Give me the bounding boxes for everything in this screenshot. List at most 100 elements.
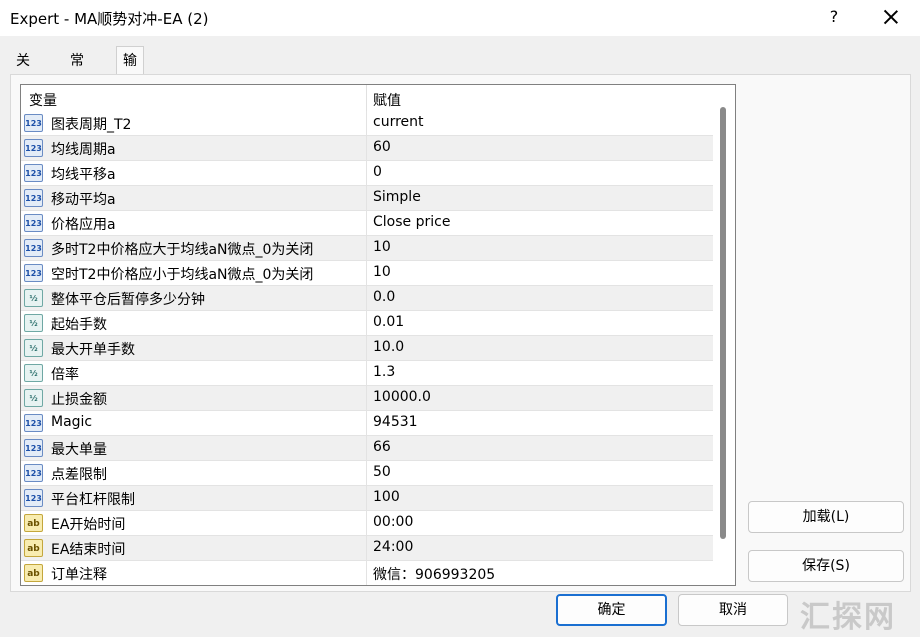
double-type-icon: ½: [24, 389, 43, 407]
parameter-name: 点差限制: [51, 467, 107, 483]
cell-divider: [366, 186, 367, 211]
vertical-scrollbar[interactable]: [714, 85, 735, 585]
table-row[interactable]: 123 移动平均a Simple: [21, 186, 713, 211]
parameter-name: EA开始时间: [51, 517, 126, 533]
column-header-variable[interactable]: 变量: [29, 90, 57, 110]
integer-type-icon: 123: [24, 439, 43, 457]
parameter-name: 倍率: [51, 367, 79, 383]
table-row[interactable]: ½ 止损金额 10000.0: [21, 386, 713, 411]
parameter-name: 止损金额: [51, 392, 107, 408]
string-type-icon: ab: [24, 514, 43, 532]
parameter-value[interactable]: 1.3: [373, 364, 395, 380]
integer-type-icon: 123: [24, 264, 43, 282]
expert-dialog: Expert - MA顺势对冲-EA (2) ? 关于 常用 输入参数 变量 赋…: [0, 0, 920, 637]
table-row[interactable]: 123 多时T2中价格应大于均线aN微点_0为关闭 10: [21, 236, 713, 261]
parameter-value[interactable]: 微信：906993205: [373, 564, 495, 584]
parameter-value[interactable]: 10.0: [373, 339, 404, 355]
cell-divider: [366, 261, 367, 286]
integer-type-icon: 123: [24, 114, 43, 132]
integer-type-icon: 123: [24, 189, 43, 207]
table-row[interactable]: 123 价格应用a Close price: [21, 211, 713, 236]
parameter-value[interactable]: 10: [373, 239, 391, 255]
table-row[interactable]: ½ 起始手数 0.01: [21, 311, 713, 336]
string-type-icon: ab: [24, 564, 43, 582]
help-button[interactable]: ?: [822, 4, 846, 30]
integer-type-icon: 123: [24, 214, 43, 232]
parameter-value[interactable]: Close price: [373, 214, 450, 230]
parameter-name: Magic: [51, 414, 93, 430]
parameter-grid: 变量 赋值 123 图表周期_T2 current 123 均线周期a 60 123 均线平移…: [20, 84, 736, 586]
column-divider[interactable]: [366, 85, 367, 111]
parameter-name: 移动平均a: [51, 192, 116, 208]
cell-divider: [366, 311, 367, 336]
parameter-name: 均线周期a: [51, 142, 116, 158]
parameter-value[interactable]: 66: [373, 439, 391, 455]
table-row[interactable]: ½ 倍率 1.3: [21, 361, 713, 386]
cell-divider: [366, 361, 367, 386]
double-type-icon: ½: [24, 289, 43, 307]
table-row[interactable]: ab EA开始时间 00:00: [21, 511, 713, 536]
ok-button[interactable]: 确定: [556, 594, 667, 626]
scrollbar-thumb[interactable]: [720, 107, 726, 539]
load-button[interactable]: 加载(L): [748, 501, 904, 533]
parameter-value[interactable]: 60: [373, 139, 391, 155]
string-type-icon: ab: [24, 539, 43, 557]
parameter-value[interactable]: 10000.0: [373, 389, 431, 405]
parameter-name: 整体平仓后暂停多少分钟: [51, 292, 205, 308]
integer-type-icon: 123: [24, 464, 43, 482]
integer-type-icon: 123: [24, 164, 43, 182]
integer-type-icon: 123: [24, 414, 43, 432]
parameter-value[interactable]: 0.01: [373, 314, 404, 330]
parameter-name: 起始手数: [51, 317, 107, 333]
integer-type-icon: 123: [24, 489, 43, 507]
table-row[interactable]: 123 均线周期a 60: [21, 136, 713, 161]
cell-divider: [366, 536, 367, 561]
table-row[interactable]: ½ 最大开单手数 10.0: [21, 336, 713, 361]
parameter-value[interactable]: 50: [373, 464, 391, 480]
cell-divider: [366, 436, 367, 461]
parameter-name: 最大开单手数: [51, 342, 135, 358]
table-row[interactable]: 123 图表周期_T2 current: [21, 111, 713, 136]
cancel-button[interactable]: 取消: [678, 594, 788, 626]
table-row[interactable]: 123 点差限制 50: [21, 461, 713, 486]
table-row[interactable]: 123 空时T2中价格应小于均线aN微点_0为关闭 10: [21, 261, 713, 286]
double-type-icon: ½: [24, 314, 43, 332]
cell-divider: [366, 336, 367, 361]
cell-divider: [366, 236, 367, 261]
table-row[interactable]: 123 最大单量 66: [21, 436, 713, 461]
table-row[interactable]: 123 均线平移a 0: [21, 161, 713, 186]
integer-type-icon: 123: [24, 139, 43, 157]
tab-inputs[interactable]: 输入参数: [116, 46, 144, 153]
parameter-value[interactable]: 24:00: [373, 539, 413, 555]
parameter-value[interactable]: Simple: [373, 189, 421, 205]
table-row[interactable]: ½ 整体平仓后暂停多少分钟 0.0: [21, 286, 713, 311]
table-row[interactable]: 123 Magic 94531: [21, 411, 713, 436]
cell-divider: [366, 561, 367, 585]
tab-about[interactable]: 关于: [10, 49, 36, 93]
table-row[interactable]: ab 订单注释 微信：906993205: [21, 561, 713, 585]
cell-divider: [366, 386, 367, 411]
close-icon[interactable]: [878, 4, 904, 30]
parameter-value[interactable]: 0.0: [373, 289, 395, 305]
table-row[interactable]: 123 平台杠杆限制 100: [21, 486, 713, 511]
parameter-value[interactable]: 94531: [373, 414, 418, 430]
table-row[interactable]: ab EA结束时间 24:00: [21, 536, 713, 561]
cell-divider: [366, 161, 367, 186]
parameter-value[interactable]: 10: [373, 264, 391, 280]
cell-divider: [366, 411, 367, 436]
column-header-value[interactable]: 赋值: [373, 90, 401, 110]
window-title: Expert - MA顺势对冲-EA (2): [10, 10, 209, 28]
cell-divider: [366, 111, 367, 136]
cell-divider: [366, 486, 367, 511]
parameter-name: 图表周期_T2: [51, 117, 132, 133]
parameter-name: EA结束时间: [51, 542, 126, 558]
watermark-logo: 汇探网: [800, 600, 896, 635]
save-button[interactable]: 保存(S): [748, 550, 904, 582]
tab-common[interactable]: 常用: [64, 49, 90, 93]
parameter-value[interactable]: 0: [373, 164, 382, 180]
parameter-value[interactable]: 00:00: [373, 514, 413, 530]
parameter-value[interactable]: 100: [373, 489, 400, 505]
cell-divider: [366, 211, 367, 236]
cell-divider: [366, 136, 367, 161]
parameter-value[interactable]: current: [373, 114, 424, 130]
